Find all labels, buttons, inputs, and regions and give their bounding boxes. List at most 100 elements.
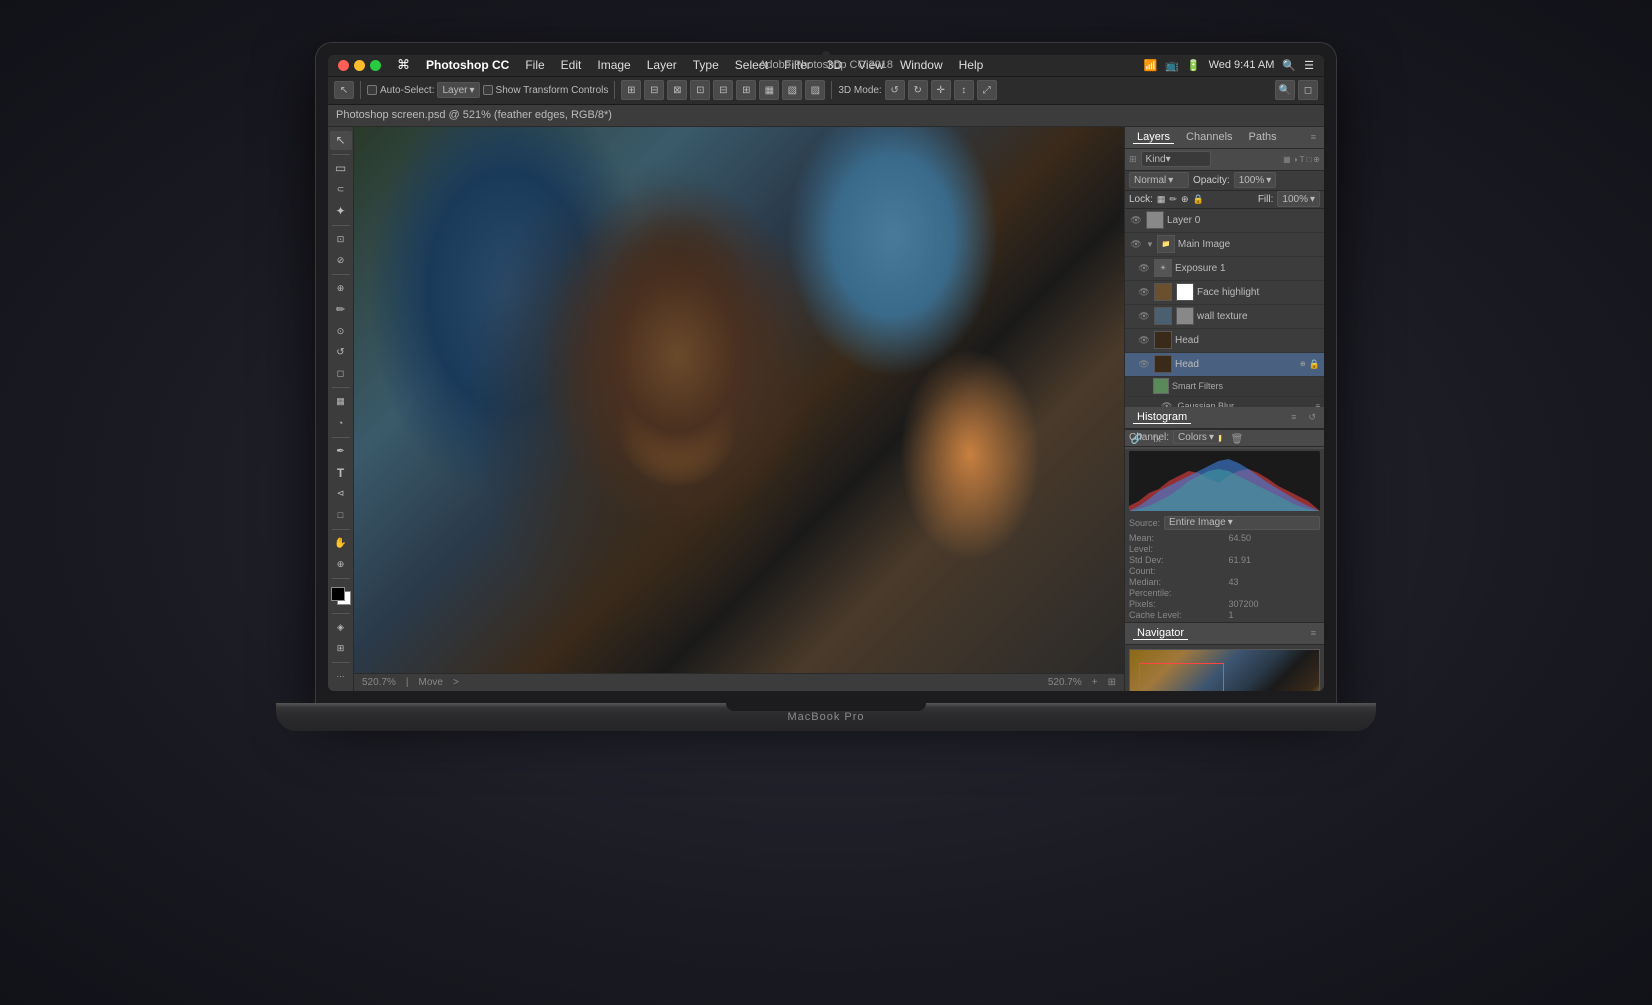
3d-pan-icon[interactable]: ✛	[931, 80, 951, 100]
main-img-visibility[interactable]: 👁	[1129, 237, 1143, 251]
filter-adj-icon[interactable]: ◑	[1293, 155, 1298, 164]
distribute-icon[interactable]: ▦	[759, 80, 779, 100]
head1-visibility[interactable]: 👁	[1137, 333, 1151, 347]
tool-gradient[interactable]: ▦	[330, 392, 352, 411]
blend-mode-dropdown[interactable]: Normal ▾	[1129, 172, 1189, 188]
lock-transparent-icon[interactable]: ▦	[1157, 194, 1166, 205]
exposure-visibility[interactable]: 👁	[1137, 261, 1151, 275]
align-bottom-icon[interactable]: ⊞	[736, 80, 756, 100]
layer-row-main[interactable]: 👁 ▼ 📁 Main Image	[1125, 233, 1324, 257]
lock-image-icon[interactable]: ✏	[1169, 194, 1177, 205]
align-top-icon[interactable]: ⊡	[690, 80, 710, 100]
tab-channels[interactable]: Channels	[1182, 131, 1236, 143]
tool-eyedropper[interactable]: ⊘	[330, 251, 352, 270]
histogram-refresh-icon[interactable]: ↺	[1308, 412, 1316, 423]
layer-0-visibility[interactable]: 👁	[1129, 213, 1143, 227]
apple-menu[interactable]: ⌘	[389, 57, 418, 73]
menu-layer[interactable]: Layer	[639, 58, 685, 72]
tool-more[interactable]: ···	[330, 667, 352, 686]
histogram-menu-icon[interactable]: ≡	[1291, 412, 1296, 422]
auto-select-checkbox[interactable]: Auto-Select:	[367, 85, 434, 96]
navigator-thumbnail[interactable]	[1129, 649, 1320, 691]
menu-help[interactable]: Help	[951, 58, 992, 72]
menu-type[interactable]: Type	[685, 58, 727, 72]
tool-move[interactable]: ↖	[330, 131, 352, 150]
filter-smart-icon[interactable]: ⊕	[1313, 155, 1320, 164]
wall-visibility[interactable]: 👁	[1137, 309, 1151, 323]
tool-brush[interactable]: ✏	[330, 300, 352, 319]
tool-screen-mode[interactable]: ⊞	[330, 639, 352, 658]
zoom-expand-btn[interactable]: ⊞	[1108, 677, 1116, 688]
fill-input[interactable]: 100% ▾	[1277, 191, 1320, 207]
layer-dropdown[interactable]: Layer ▾	[437, 82, 479, 98]
nav-viewport-indicator[interactable]	[1139, 663, 1224, 691]
fullscreen-button[interactable]	[370, 60, 381, 71]
menu-image[interactable]: Image	[589, 58, 638, 72]
face-visibility[interactable]: 👁	[1137, 285, 1151, 299]
group-expand-icon[interactable]: ▼	[1146, 240, 1154, 249]
search-icon[interactable]: 🔍	[1282, 59, 1296, 72]
tool-history[interactable]: ↺	[330, 343, 352, 362]
distribute2-icon[interactable]: ▧	[782, 80, 802, 100]
app-name-menu[interactable]: Photoshop CC	[418, 58, 517, 72]
search-workspace-icon[interactable]: 🔍	[1275, 80, 1295, 100]
3d-scale-icon[interactable]: ⤢	[977, 80, 997, 100]
navigator-title[interactable]: Navigator	[1133, 627, 1188, 640]
tool-lasso[interactable]: ⊂	[330, 180, 352, 199]
tab-layers[interactable]: Layers	[1133, 131, 1174, 144]
layer-row-exposure[interactable]: 👁 ☀ Exposure 1	[1125, 257, 1324, 281]
canvas[interactable]	[354, 127, 1124, 673]
align-center-icon[interactable]: ⊟	[644, 80, 664, 100]
layer-row-face[interactable]: 👁 Face highlight	[1125, 281, 1324, 305]
align-left-icon[interactable]: ⊞	[621, 80, 641, 100]
tool-crop[interactable]: ⊡	[330, 229, 352, 248]
tool-text[interactable]: T	[330, 463, 352, 482]
layers-kind-dropdown[interactable]: Kind ▾	[1141, 151, 1211, 167]
distribute3-icon[interactable]: ▨	[805, 80, 825, 100]
tool-dodge[interactable]: ◔	[330, 414, 352, 433]
tool-hand[interactable]: ✋	[330, 534, 352, 553]
tool-shape[interactable]: □	[330, 506, 352, 525]
channel-dropdown[interactable]: Colors ▾	[1173, 430, 1219, 444]
opacity-input[interactable]: 100% ▾	[1234, 172, 1277, 188]
layer-row-0[interactable]: 👁 Layer 0	[1125, 209, 1324, 233]
tool-eraser[interactable]: ◻	[330, 364, 352, 383]
layer-row-head1[interactable]: 👁 Head	[1125, 329, 1324, 353]
menu-file[interactable]: File	[517, 58, 552, 72]
layer-row-head2[interactable]: 👁 Head ⊕ 🔒	[1125, 353, 1324, 377]
tool-pen[interactable]: ✒	[330, 442, 352, 461]
tab-paths[interactable]: Paths	[1245, 131, 1281, 143]
filter-shape-icon[interactable]: □	[1306, 155, 1311, 164]
3d-roll-icon[interactable]: ↻	[908, 80, 928, 100]
notification-icon[interactable]: ☰	[1304, 59, 1314, 72]
filter-pixel-icon[interactable]: ▦	[1283, 155, 1291, 164]
tool-zoom[interactable]: ⊕	[330, 555, 352, 574]
zoom-in-btn[interactable]: +	[1092, 677, 1098, 688]
histogram-title[interactable]: Histogram	[1133, 411, 1191, 424]
3d-slide-icon[interactable]: ↕	[954, 80, 974, 100]
layer-row-wall[interactable]: 👁 wall texture	[1125, 305, 1324, 329]
filter-type-icon[interactable]: T	[1300, 155, 1305, 164]
tool-clone[interactable]: ⊙	[330, 322, 352, 341]
transform-checkbox[interactable]: Show Transform Controls	[483, 85, 609, 96]
smart-filters-row[interactable]: Smart Filters	[1125, 377, 1324, 397]
tool-select-rect[interactable]: ▭	[330, 159, 352, 178]
menu-window[interactable]: Window	[892, 58, 951, 72]
layers-panel-menu-icon[interactable]: ≡	[1311, 132, 1316, 142]
tool-heal[interactable]: ⊕	[330, 279, 352, 298]
tool-mask-mode[interactable]: ◈	[330, 618, 352, 637]
foreground-background-colors[interactable]	[331, 587, 351, 605]
head2-visibility[interactable]: 👁	[1137, 357, 1151, 371]
minimize-panel-icon[interactable]: ◻	[1298, 80, 1318, 100]
lock-position-icon[interactable]: ⊕	[1181, 194, 1189, 205]
align-middle-icon[interactable]: ⊟	[713, 80, 733, 100]
tool-magic-wand[interactable]: ✦	[330, 201, 352, 220]
menu-edit[interactable]: Edit	[553, 58, 590, 72]
minimize-button[interactable]	[354, 60, 365, 71]
close-button[interactable]	[338, 60, 349, 71]
align-right-icon[interactable]: ⊠	[667, 80, 687, 100]
lock-all-icon[interactable]: 🔒	[1193, 194, 1204, 205]
source-dropdown[interactable]: Entire Image ▾	[1164, 516, 1320, 530]
3d-rotate-icon[interactable]: ↺	[885, 80, 905, 100]
navigator-menu-icon[interactable]: ≡	[1311, 628, 1316, 638]
